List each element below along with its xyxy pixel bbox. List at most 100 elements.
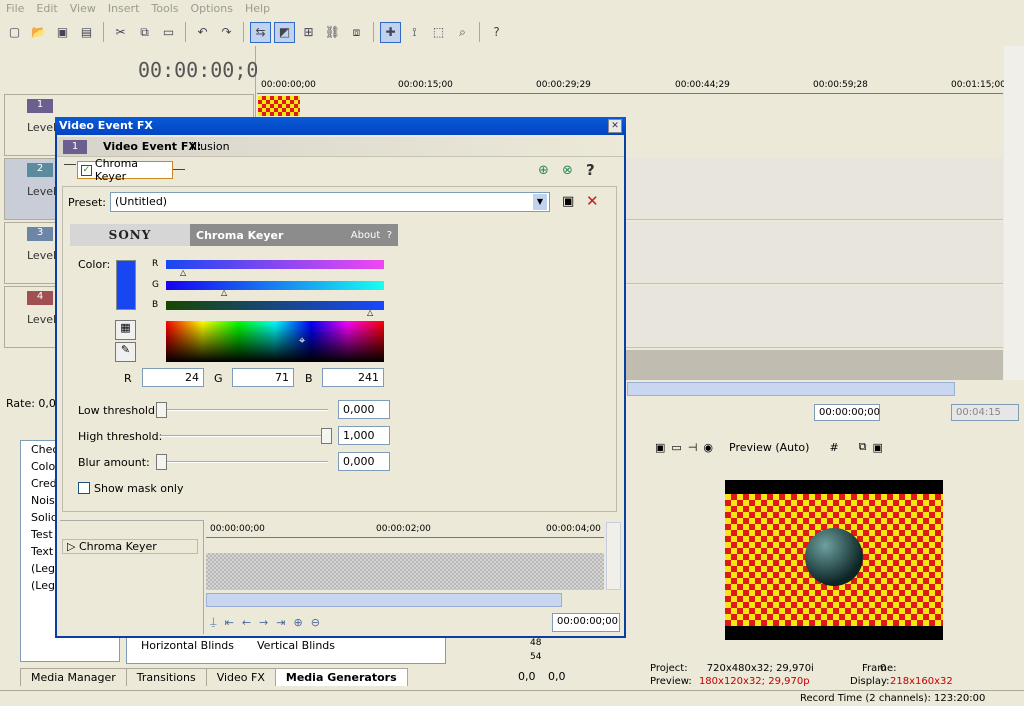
- keyframe-time[interactable]: 00:00:00;00: [552, 613, 620, 632]
- open-icon[interactable]: 📂: [28, 22, 49, 43]
- menu-options[interactable]: Options: [185, 2, 239, 15]
- key-color-swatch[interactable]: [116, 260, 136, 310]
- auto-ripple-icon[interactable]: ⧈: [346, 22, 367, 43]
- audio-meter: 48 54 0,0 0,0: [474, 636, 634, 688]
- bypass-checkbox[interactable]: ✓: [81, 164, 92, 176]
- selection-edit-icon[interactable]: ⬚: [428, 22, 449, 43]
- g-value-input[interactable]: 71: [232, 368, 294, 387]
- low-threshold-thumb[interactable]: [156, 402, 167, 418]
- video-event-clip[interactable]: [258, 96, 300, 116]
- copy-snapshot-icon[interactable]: ⧉: [859, 440, 867, 454]
- eyedropper-icon[interactable]: ✎: [115, 342, 136, 362]
- zoom-edit-icon[interactable]: ⌕: [452, 22, 473, 43]
- delete-preset-icon[interactable]: ✕: [586, 192, 599, 210]
- low-threshold-label: Low threshold:: [78, 404, 159, 417]
- display-value: 218x160x32: [890, 676, 953, 687]
- low-threshold-track[interactable]: [160, 409, 328, 411]
- high-threshold-thumb[interactable]: [321, 428, 332, 444]
- channel-g-label: G: [152, 280, 159, 290]
- tab-transitions[interactable]: Transitions: [125, 668, 207, 686]
- blur-amount-track[interactable]: [160, 461, 328, 463]
- properties-icon[interactable]: ▣: [655, 441, 665, 454]
- menu-insert[interactable]: Insert: [102, 2, 146, 15]
- r-value-input[interactable]: 24: [142, 368, 204, 387]
- close-button[interactable]: ✕: [608, 119, 622, 133]
- keyframe-horizontal-scrollbar[interactable]: [206, 593, 562, 607]
- tab-media-manager[interactable]: Media Manager: [20, 668, 127, 686]
- cut-icon[interactable]: ✂: [110, 22, 131, 43]
- save-icon[interactable]: ▣: [52, 22, 73, 43]
- timeline-horizontal-scrollbar[interactable]: [627, 382, 955, 396]
- red-slider-thumb[interactable]: △: [180, 268, 186, 277]
- copy-icon[interactable]: ⧉: [134, 22, 155, 43]
- blur-amount-thumb[interactable]: [156, 454, 167, 470]
- tab-video-fx[interactable]: Video FX: [205, 668, 276, 686]
- envelope-edit-icon[interactable]: ⟟: [404, 22, 425, 43]
- add-keyframe-icon[interactable]: ⊕: [293, 616, 302, 629]
- normal-edit-icon[interactable]: ✚: [380, 21, 401, 43]
- cursor-time[interactable]: 00:00:00;00: [814, 404, 880, 421]
- new-icon[interactable]: ▢: [4, 22, 25, 43]
- timeline-vertical-scrollbar[interactable]: [1004, 46, 1024, 380]
- timeline-ruler[interactable]: 00:00:00;00 00:00:15;00 00:00:29;29 00:0…: [257, 76, 1006, 94]
- menu-tools[interactable]: Tools: [145, 2, 184, 15]
- green-slider-thumb[interactable]: △: [221, 288, 227, 297]
- b-value-input[interactable]: 241: [322, 368, 384, 387]
- save-preset-icon[interactable]: ▣: [562, 194, 574, 209]
- media-item[interactable]: Vertical Blinds: [257, 639, 335, 652]
- menu-edit[interactable]: Edit: [30, 2, 63, 15]
- media-item[interactable]: Horizontal Blinds: [141, 639, 234, 652]
- lock-envelopes-icon[interactable]: ⛓: [322, 22, 343, 43]
- keyframe-track-row[interactable]: ▷ Chroma Keyer: [62, 539, 198, 554]
- preview-mode-dropdown[interactable]: Preview (Auto): [729, 441, 809, 454]
- about-link[interactable]: About ?: [351, 230, 392, 241]
- menu-help[interactable]: Help: [239, 2, 276, 15]
- preset-dropdown[interactable]: (Untitled) ▼: [110, 192, 550, 212]
- snap-icon[interactable]: ⇆: [250, 21, 271, 43]
- selection-end-time: 00:04:15: [951, 404, 1019, 421]
- plugin-chain-icon[interactable]: ⊕: [538, 163, 549, 178]
- delete-keyframe-icon[interactable]: ⊖: [311, 616, 320, 629]
- next-keyframe-icon[interactable]: →: [259, 616, 268, 629]
- help-icon[interactable]: ?: [586, 161, 595, 179]
- expand-icon[interactable]: ▷: [67, 540, 75, 553]
- tab-media-generators[interactable]: Media Generators: [274, 668, 408, 686]
- high-threshold-track[interactable]: [160, 435, 328, 437]
- grid-icon[interactable]: #: [829, 441, 838, 454]
- color-picker-icon[interactable]: ▦: [115, 320, 136, 340]
- keyframe-ruler[interactable]: 00:00:00;00 00:00:02;00 00:00:04;00: [206, 522, 604, 538]
- preview-quality-icon[interactable]: ◉: [703, 441, 713, 454]
- blue-slider[interactable]: [166, 301, 384, 310]
- properties-icon[interactable]: ▤: [76, 22, 97, 43]
- project-label: Project:: [650, 663, 688, 674]
- keyframe-lane[interactable]: [206, 539, 604, 553]
- undo-icon[interactable]: ↶: [192, 22, 213, 43]
- autocrossfade-icon[interactable]: ◩: [274, 21, 295, 43]
- last-keyframe-icon[interactable]: ⇥: [276, 616, 285, 629]
- r-label: R: [124, 372, 132, 385]
- remove-plugin-icon[interactable]: ⊗: [562, 163, 573, 178]
- save-snapshot-icon[interactable]: ▣: [873, 441, 883, 454]
- split-screen-icon[interactable]: ⊣: [688, 441, 698, 454]
- ripple-icon[interactable]: ⊞: [298, 22, 319, 43]
- keyframe-vertical-scrollbar[interactable]: [606, 522, 621, 590]
- whats-this-icon[interactable]: ?: [486, 22, 507, 43]
- external-monitor-icon[interactable]: ▭: [671, 441, 681, 454]
- first-keyframe-icon[interactable]: ⇤: [225, 616, 234, 629]
- blur-amount-input[interactable]: 0,000: [338, 452, 390, 471]
- color-spectrum[interactable]: [166, 321, 384, 362]
- menu-view[interactable]: View: [64, 2, 102, 15]
- blue-slider-thumb[interactable]: △: [367, 308, 373, 317]
- paste-icon[interactable]: ▭: [158, 22, 179, 43]
- chevron-down-icon[interactable]: ▼: [533, 194, 547, 210]
- red-slider[interactable]: [166, 260, 384, 269]
- show-mask-checkbox[interactable]: [78, 482, 90, 494]
- menu-file[interactable]: File: [0, 2, 30, 15]
- sync-cursor-icon[interactable]: ⍊: [210, 615, 217, 629]
- high-threshold-input[interactable]: 1,000: [338, 426, 390, 445]
- redo-icon[interactable]: ↷: [216, 22, 237, 43]
- low-threshold-input[interactable]: 0,000: [338, 400, 390, 419]
- plugin-chain-item[interactable]: ✓ Chroma Keyer: [77, 157, 173, 183]
- green-slider[interactable]: [166, 281, 384, 290]
- prev-keyframe-icon[interactable]: ←: [242, 616, 251, 629]
